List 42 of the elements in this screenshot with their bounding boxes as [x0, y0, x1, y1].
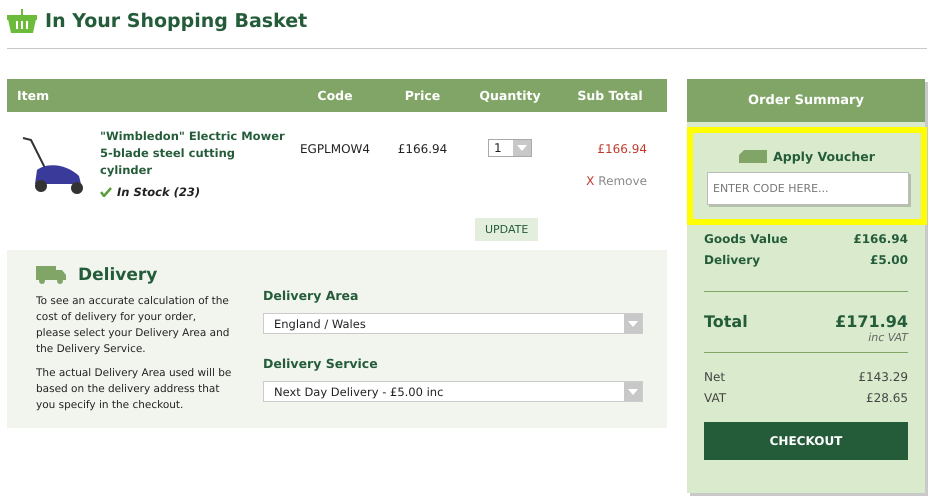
- product-code: EGPLMOW4: [298, 141, 372, 158]
- delivery-select[interactable]: Next Day Delivery - £5.00 inc: [263, 381, 643, 402]
- line-subtotal: £166.94: [596, 142, 647, 156]
- product-price: £166.94: [396, 141, 448, 158]
- tax-label: Net: [704, 369, 726, 386]
- column-header: Price: [404, 88, 442, 103]
- summary-label: Delivery: [704, 252, 760, 269]
- page-title: In Your Shopping Basket: [45, 10, 308, 32]
- vat-note: inc VAT: [867, 331, 908, 344]
- remove-link[interactable]: X Remove: [586, 174, 647, 188]
- dropdown-arrow-icon: [628, 388, 638, 394]
- voucher-tag-icon: [739, 150, 768, 163]
- product-name[interactable]: "Wimbledon" Electric Mower 5-blade steel cutting cylinder: [100, 128, 290, 179]
- checkout-button[interactable]: CHECKOUT: [704, 422, 908, 460]
- basket-icon: [7, 9, 37, 33]
- voucher-code-field[interactable]: ENTER CODE HERE...: [707, 172, 909, 205]
- column-header: Quantity: [478, 88, 542, 103]
- total-label: Total: [704, 312, 748, 331]
- summary-title: Order Summary: [687, 79, 925, 122]
- field-label: Delivery Area: [263, 288, 360, 303]
- summary-value: £166.94: [853, 231, 908, 248]
- voucher-title: Apply Voucher: [773, 149, 875, 164]
- tax-value: £28.65: [866, 390, 908, 407]
- update-button[interactable]: UPDATE: [475, 218, 538, 241]
- column-header: Code: [316, 88, 354, 103]
- delivery-info: The actual Delivery Area used will be based on the delivery address that you specify in the checkout.: [36, 366, 232, 413]
- dropdown-arrow-icon: [628, 320, 638, 326]
- total-value: £171.94: [835, 312, 908, 331]
- quantity-select[interactable]: 1: [488, 139, 532, 157]
- tax-value: £143.29: [858, 369, 908, 386]
- column-header: Sub Total: [576, 88, 644, 103]
- summary-label: Goods Value: [704, 231, 788, 248]
- tax-label: VAT: [704, 390, 726, 407]
- delivery-title: Delivery: [78, 265, 158, 285]
- delivery-select[interactable]: England / Wales: [263, 313, 643, 334]
- truck-icon: [36, 266, 66, 284]
- column-header: Item: [17, 88, 50, 103]
- summary-value: £5.00: [870, 252, 908, 269]
- delivery-info: To see an accurate calculation of the cost of delivery for your order, please select your Delivery Area and the Delivery Service.: [36, 294, 230, 357]
- stock-status: In Stock (23): [117, 185, 200, 199]
- field-label: Delivery Service: [263, 356, 379, 371]
- dropdown-arrow-icon: [517, 145, 527, 151]
